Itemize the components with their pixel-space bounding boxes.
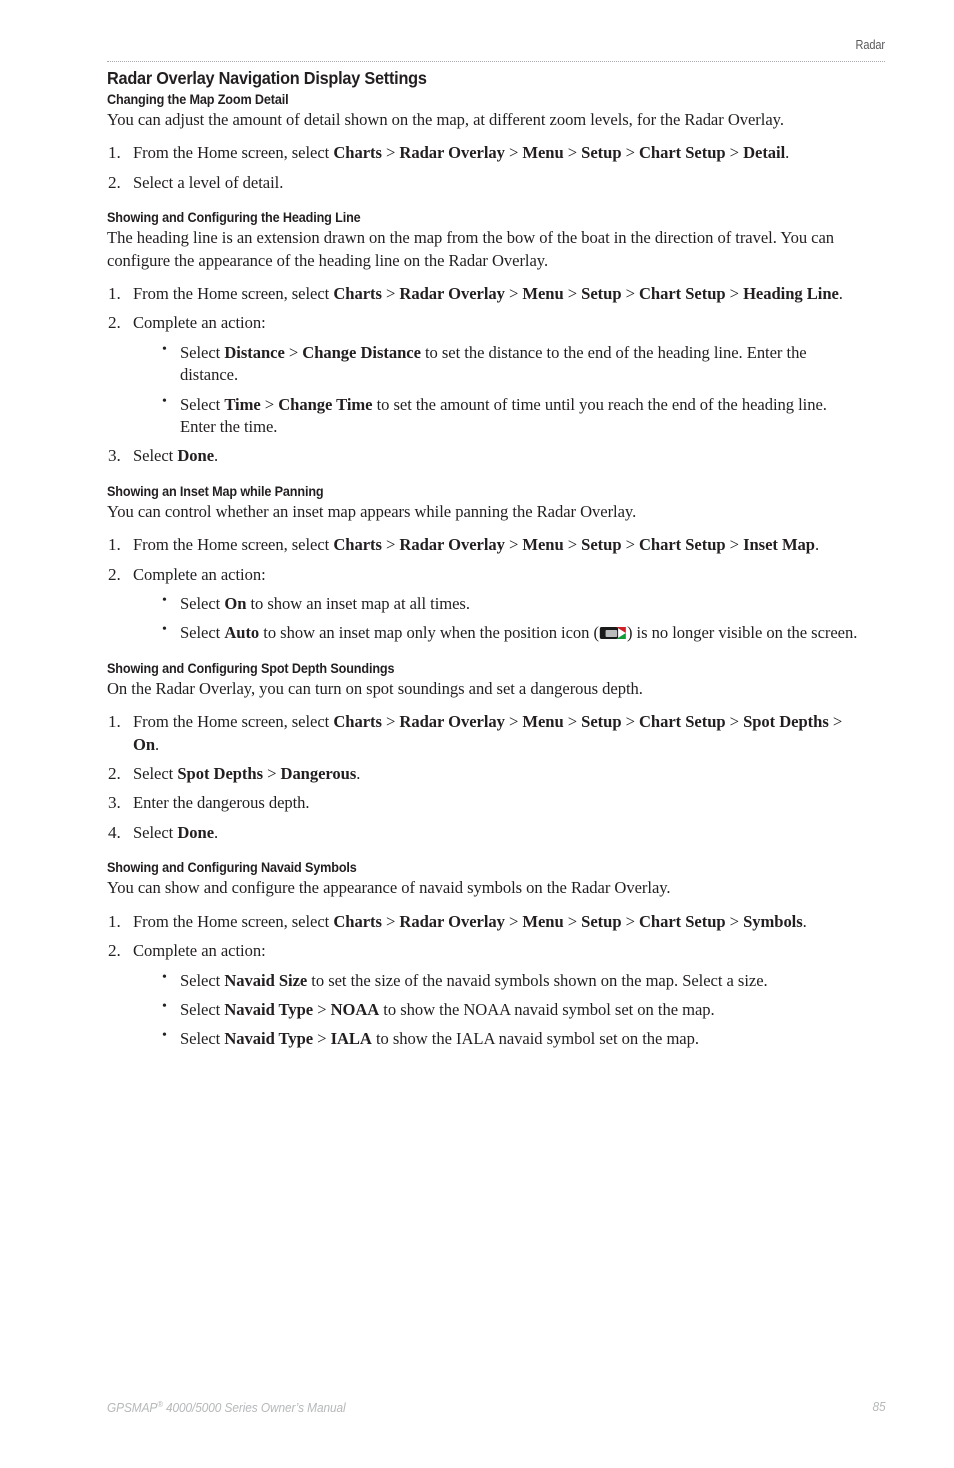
section-intro: You can show and configure the appearanc… — [107, 878, 671, 898]
running-header: Radar — [855, 38, 885, 52]
list-item: Select a level of detail. — [107, 172, 885, 195]
list-item: Complete an action: Select On to show an… — [107, 564, 885, 645]
page-number: 85 — [871, 1399, 885, 1414]
bullet-list: Select Distance > Change Distance to set… — [133, 341, 885, 439]
bullet-text: Select On to show an inset map at all ti… — [180, 593, 470, 613]
page-footer: GPSMAP® 4000/5000 Series Owner’s Manual … — [107, 1399, 885, 1419]
step-list: From the Home screen, select Charts > Ra… — [107, 534, 885, 644]
section-heading-line: Showing and Configuring the Heading Line… — [107, 210, 885, 468]
bullet-list: Select On to show an inset map at all ti… — [133, 592, 885, 645]
footer-manual-title: GPSMAP® 4000/5000 Series Owner’s Manual — [107, 1399, 346, 1415]
document-page: Radar Radar Overlay Navigation Display S… — [0, 0, 954, 1468]
boat-starboard-marker — [616, 633, 627, 640]
step-text: From the Home screen, select Charts > Ra… — [133, 284, 843, 304]
page-title: Radar Overlay Navigation Display Setting… — [107, 68, 427, 88]
bullet-text: Select Distance > Change Distance to set… — [180, 342, 807, 385]
list-item: From the Home screen, select Charts > Ra… — [107, 711, 885, 756]
list-item: Select Time > Change Time to set the amo… — [133, 393, 885, 439]
section-intro: On the Radar Overlay, you can turn on sp… — [107, 679, 643, 698]
step-text: Select Done. — [133, 446, 219, 466]
list-item: Select Done. — [107, 445, 885, 468]
bullet-text: Select Time > Change Time to set the amo… — [180, 394, 827, 436]
header-divider-rule — [107, 61, 885, 63]
list-item: From the Home screen, select Charts > Ra… — [107, 534, 885, 557]
step-text: From the Home screen, select Charts > Ra… — [133, 143, 790, 163]
step-text: Complete an action: — [133, 564, 266, 584]
page-content: Radar Overlay Navigation Display Setting… — [107, 68, 885, 1058]
bullet-text: Select Navaid Type > IALA to show the IA… — [180, 1029, 699, 1049]
section-heading: Showing and Configuring Spot Depth Sound… — [107, 660, 395, 676]
step-text: Enter the dangerous depth. — [133, 793, 310, 813]
bullet-text-after-icon: ) is no longer visible on the screen. — [626, 623, 858, 643]
step-text: Complete an action: — [133, 941, 266, 961]
list-item: Select Spot Depths > Dangerous. — [107, 763, 885, 786]
list-item: Select Distance > Change Distance to set… — [133, 341, 885, 387]
footer-manual-suffix: 4000/5000 Series Owner’s Manual — [162, 1400, 346, 1415]
section-inset-map-while-panning: Showing an Inset Map while Panning You c… — [107, 484, 885, 645]
section-heading: Changing the Map Zoom Detail — [107, 91, 289, 107]
list-item: Select Navaid Type > NOAA to show the NO… — [133, 998, 885, 1021]
step-list: From the Home screen, select Charts > Ra… — [107, 911, 885, 1051]
bullet-text-before-icon: Select Auto to show an inset map only wh… — [180, 623, 599, 643]
list-item: Select Done. — [107, 822, 885, 845]
bullet-text: Select Navaid Type > NOAA to show the NO… — [180, 999, 715, 1019]
section-heading: Showing and Configuring Navaid Symbols — [107, 860, 357, 876]
list-item: Complete an action: Select Navaid Size t… — [107, 940, 885, 1050]
section-navaid-symbols: Showing and Configuring Navaid Symbols Y… — [107, 860, 885, 1050]
section-heading: Showing an Inset Map while Panning — [107, 483, 324, 499]
step-list: From the Home screen, select Charts > Ra… — [107, 283, 885, 468]
list-item: Select Navaid Type > IALA to show the IA… — [133, 1027, 885, 1050]
step-text: From the Home screen, select Charts > Ra… — [133, 712, 843, 754]
boat-position-icon — [599, 627, 627, 640]
list-item: Select Auto to show an inset map only wh… — [133, 621, 885, 644]
list-item: Complete an action: Select Distance > Ch… — [107, 312, 885, 438]
list-item: Enter the dangerous depth. — [107, 792, 885, 815]
step-text: Select Done. — [133, 822, 219, 842]
step-text: From the Home screen, select Charts > Ra… — [133, 535, 820, 555]
bullet-text: Select Navaid Size to set the size of th… — [180, 970, 768, 990]
step-text: Select Spot Depths > Dangerous. — [133, 764, 361, 784]
step-list: From the Home screen, select Charts > Ra… — [107, 711, 885, 844]
step-text: From the Home screen, select Charts > Ra… — [133, 911, 807, 931]
list-item: Select On to show an inset map at all ti… — [133, 592, 885, 615]
section-intro: You can adjust the amount of detail show… — [107, 109, 784, 129]
bullet-text: Select Auto to show an inset map only wh… — [180, 622, 860, 644]
section-spot-depth-soundings: Showing and Configuring Spot Depth Sound… — [107, 660, 885, 845]
list-item: From the Home screen, select Charts > Ra… — [107, 283, 885, 306]
bullet-list: Select Navaid Size to set the size of th… — [133, 969, 885, 1051]
section-heading: Showing and Configuring the Heading Line — [107, 210, 361, 226]
section-changing-map-zoom-detail: Changing the Map Zoom Detail You can adj… — [107, 91, 885, 195]
step-list: From the Home screen, select Charts > Ra… — [107, 142, 885, 194]
list-item: From the Home screen, select Charts > Ra… — [107, 142, 885, 165]
step-text: Select a level of detail. — [133, 172, 284, 192]
list-item: From the Home screen, select Charts > Ra… — [107, 911, 885, 934]
step-text: Complete an action: — [133, 313, 266, 333]
list-item: Select Navaid Size to set the size of th… — [133, 969, 885, 992]
footer-product-name: GPSMAP — [107, 1400, 158, 1415]
section-intro: The heading line is an extension drawn o… — [107, 228, 835, 270]
section-intro: You can control whether an inset map app… — [107, 501, 637, 521]
